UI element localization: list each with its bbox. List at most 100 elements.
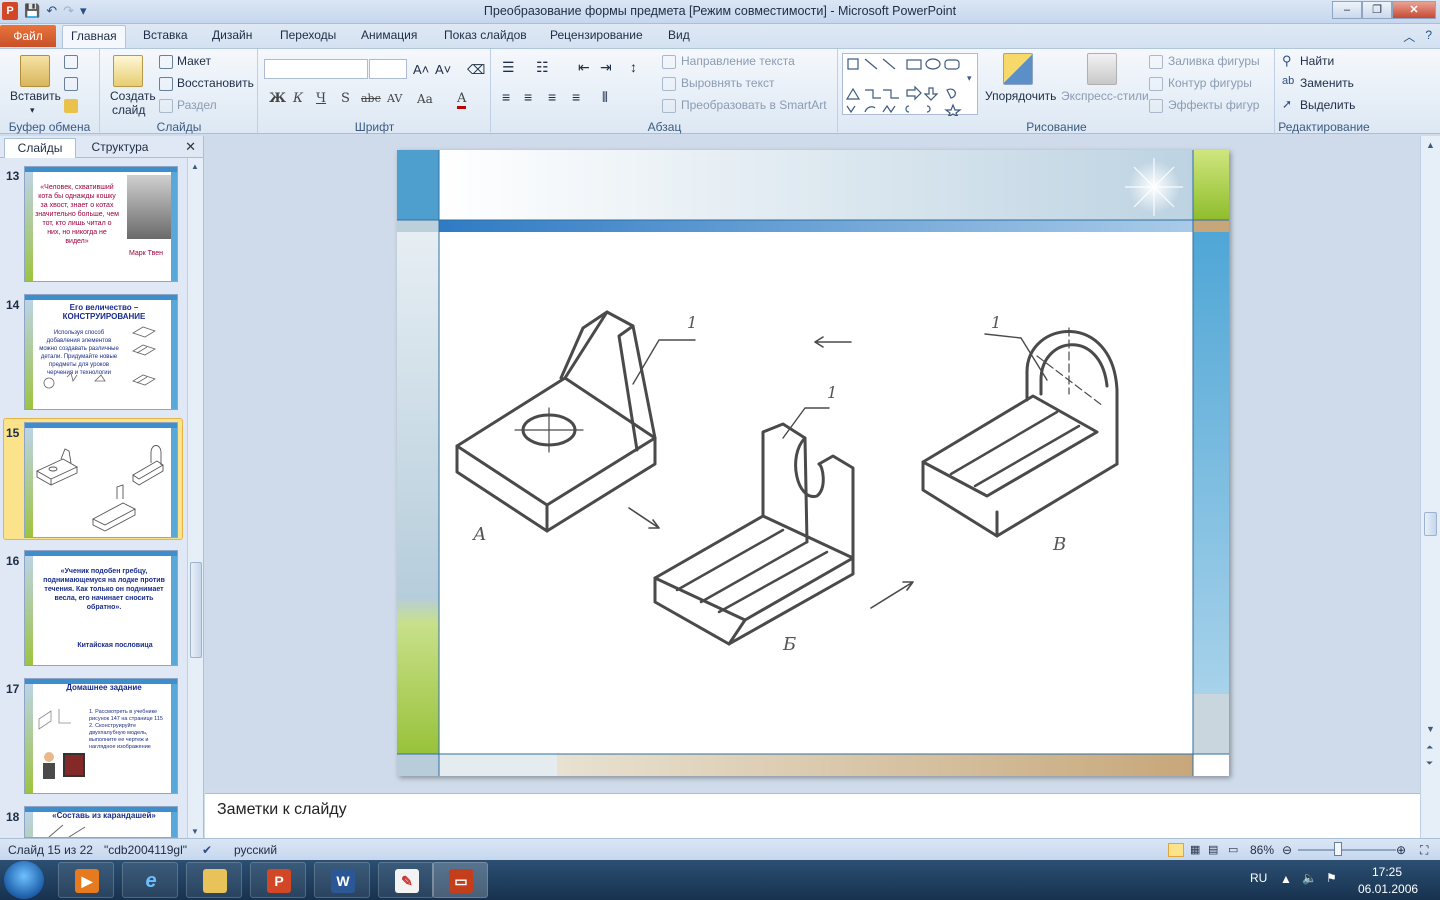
taskbar-word[interactable]: W [314,862,370,898]
slideshow-view-icon[interactable]: ▭ [1228,843,1238,856]
char-spacing-button[interactable]: AV [387,92,402,105]
columns-icon[interactable]: ⫴ [602,89,608,106]
shrink-font-icon[interactable]: A˅ [435,62,451,77]
scroll-up-icon[interactable]: ▲ [191,162,199,171]
main-scroll-thumb[interactable] [1424,512,1437,536]
taskbar-powerpoint[interactable]: P [250,862,306,898]
align-right-icon[interactable]: ≡ [548,89,556,105]
format-painter-icon[interactable] [64,99,78,113]
shape-fill-button[interactable]: Заливка фигуры [1168,54,1260,68]
convert-smartart-button[interactable]: Преобразовать в SmartArt [681,98,827,112]
slide-thumbnail-13[interactable]: «Человек, схвативший кота бы однажды кош… [24,166,178,282]
notes-placeholder[interactable]: Заметки к слайду [217,801,347,819]
close-panel-icon[interactable]: ✕ [185,139,196,155]
help-icon[interactable]: ? [1425,28,1432,45]
zoom-slider[interactable] [1298,849,1396,851]
slide-thumbnail-15[interactable] [24,422,178,538]
clear-format-icon[interactable]: ⌫ [467,62,485,78]
slide-thumbnail-14[interactable]: Его величество – КОНСТРУИРОВАНИЕ Использ… [24,294,178,410]
align-text-button[interactable]: Выровнять текст [681,76,774,90]
slides-panel-scroll-thumb[interactable] [190,562,202,658]
line-spacing-icon[interactable]: ↕ [630,59,637,75]
tray-arrow-icon[interactable]: ▲ [1280,872,1292,886]
fit-to-window-icon[interactable]: ⛶ [1420,843,1428,858]
clock-date[interactable]: 06.01.2006 [1358,882,1418,896]
shapes-gallery[interactable] [842,53,978,119]
zoom-out-icon[interactable]: ⊖ [1282,843,1292,857]
taskbar-paint[interactable]: ✎ [378,862,434,898]
main-scroll-up-icon[interactable]: ▲ [1426,140,1435,150]
quick-styles-icon[interactable] [1087,53,1117,85]
tab-transitions[interactable]: Переходы [280,28,336,42]
tab-slideshow[interactable]: Показ слайдов [444,28,527,42]
select-button[interactable]: Выделить [1300,98,1355,112]
cut-icon[interactable] [64,55,78,69]
taskbar-powerpoint-window[interactable]: ▭ [432,862,488,898]
strikethrough-button[interactable]: abc [361,92,381,105]
language-indicator[interactable]: русский [234,843,277,857]
minimize-ribbon-icon[interactable]: ︿ [1403,28,1415,45]
font-size-input[interactable] [369,59,407,79]
slide-thumbnail-16[interactable]: «Ученик подобен гребцу, поднимающемуся н… [24,550,178,666]
tab-outline[interactable]: Структура [80,138,160,158]
find-button[interactable]: Найти [1300,54,1334,68]
italic-button[interactable]: К [293,91,303,106]
new-slide-button-line2[interactable]: слайд [112,103,145,117]
tab-insert[interactable]: Вставка [143,28,188,42]
arrange-button[interactable]: Упорядочить [985,89,1056,103]
minimize-button[interactable]: – [1332,1,1362,19]
slide-thumbnail-17[interactable]: Домашнее задание 1. Рассмотреть в учебни… [24,678,178,794]
slide-thumbnail-18[interactable]: «Составь из карандашей» [24,806,178,838]
tab-review[interactable]: Рецензирование [550,28,643,42]
tab-file[interactable]: Файл [0,25,56,47]
theme-name[interactable]: "cdb2004119gl" [104,843,187,857]
numbering-icon[interactable]: ☷ [536,59,549,76]
text-direction-button[interactable]: Направление текста [681,54,795,68]
bold-button[interactable]: Ж [269,91,286,106]
start-button[interactable] [4,861,44,899]
tab-home[interactable]: Главная [62,25,126,48]
shapes-more-icon[interactable]: ▾ [967,73,972,84]
notes-pane[interactable]: Заметки к слайду [205,793,1420,838]
new-slide-icon[interactable] [113,55,143,87]
main-scroll-down-icon[interactable]: ▼ [1426,724,1435,734]
taskbar-explorer[interactable] [186,862,242,898]
align-left-icon[interactable]: ≡ [502,89,510,105]
align-center-icon[interactable]: ≡ [524,89,532,105]
slides-panel-scrollbar[interactable]: ▲ ▼ [187,158,203,838]
tab-slides[interactable]: Слайды [4,138,76,158]
shape-effects-button[interactable]: Эффекты фигур [1168,98,1259,112]
slide-sorter-icon[interactable]: ▦ [1190,843,1200,856]
scroll-down-icon[interactable]: ▼ [191,827,199,836]
font-family-input[interactable] [264,59,368,79]
justify-icon[interactable]: ≡ [572,89,580,105]
replace-button[interactable]: Заменить [1300,76,1354,90]
grow-font-icon[interactable]: A˄ [413,62,429,77]
decrease-indent-icon[interactable]: ⇤ [578,59,590,76]
shape-outline-button[interactable]: Контур фигуры [1168,76,1252,90]
reading-view-icon[interactable]: ▤ [1208,843,1218,856]
change-case-button[interactable]: Aa [417,92,433,106]
taskbar-media-player[interactable]: ▶ [58,862,114,898]
volume-icon[interactable]: 🔈 [1302,871,1317,885]
taskbar-internet-explorer[interactable]: e [122,862,178,898]
current-slide[interactable]: А Б В 1 1 1 [397,150,1229,776]
arrange-icon[interactable] [1003,53,1033,85]
main-scrollbar[interactable]: ▲ ▼ ⏶ ⏷ [1420,136,1440,838]
paste-icon[interactable] [20,55,50,87]
paste-dropdown-icon[interactable]: ▾ [30,105,35,116]
copy-icon[interactable] [64,77,78,91]
next-slide-icon[interactable]: ⏷ [1426,758,1433,769]
paste-button[interactable]: Вставить [10,89,61,103]
tab-animations[interactable]: Анимация [361,28,417,42]
clock-time[interactable]: 17:25 [1372,865,1402,879]
previous-slide-icon[interactable]: ⏶ [1426,742,1433,753]
quick-styles-button[interactable]: Экспресс-стили [1061,89,1149,103]
tab-view[interactable]: Вид [668,28,690,42]
network-icon[interactable]: ⚑ [1326,871,1337,885]
tab-design[interactable]: Дизайн [212,28,252,42]
bullets-icon[interactable]: ☰ [502,59,515,76]
spellcheck-icon[interactable]: ✔ [202,843,212,857]
reset-button[interactable]: Восстановить [177,76,254,90]
zoom-slider-thumb[interactable] [1334,842,1342,856]
